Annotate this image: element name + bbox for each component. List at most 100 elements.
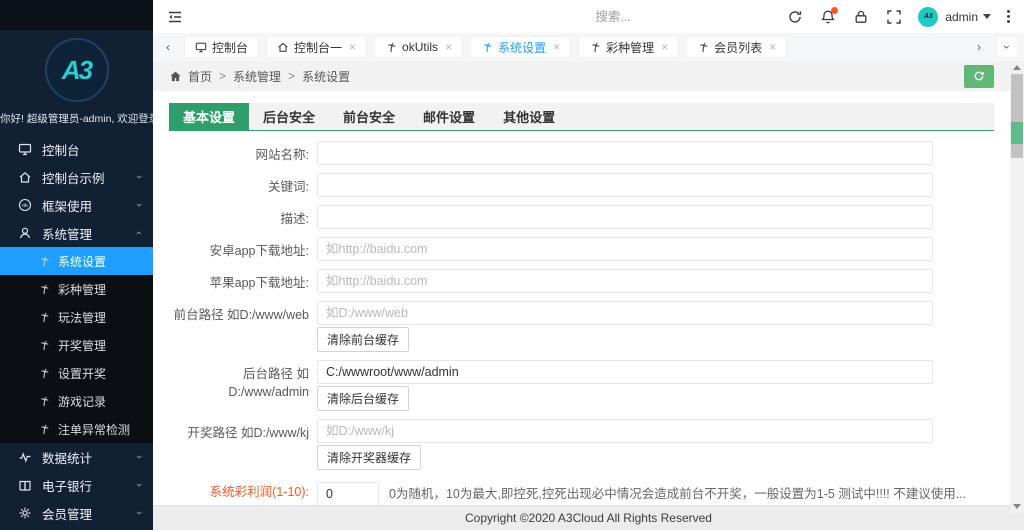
- tabs-scroll-right-icon[interactable]: ›: [970, 40, 988, 54]
- front-path-input[interactable]: [317, 301, 933, 325]
- scroll-up-icon[interactable]: [1013, 65, 1021, 70]
- sidebar-item-label: 控制台: [42, 140, 80, 159]
- tab-other-settings[interactable]: 其他设置: [489, 103, 569, 130]
- close-icon[interactable]: ×: [349, 41, 356, 53]
- sidebar-submenu: 系统设置 彩种管理 玩法管理: [0, 247, 153, 443]
- breadcrumb-system-management[interactable]: 系统管理: [233, 68, 281, 85]
- refresh-icon[interactable]: [787, 9, 803, 25]
- android-app-label: 安卓app下载地址:: [169, 237, 309, 260]
- scrollbar-thumb[interactable]: [1011, 74, 1023, 158]
- sidebar-subitem-draw-management[interactable]: 开奖管理: [0, 331, 153, 359]
- settings-form: 网站名称: 关键词: 描述: 安卓app下载地址: 苹果app下载地址:: [169, 141, 994, 505]
- palm-icon: [38, 311, 50, 323]
- fullscreen-icon[interactable]: [886, 9, 902, 25]
- close-icon[interactable]: ×: [445, 41, 452, 53]
- collapse-sidebar-icon[interactable]: [167, 9, 183, 25]
- sidebar-item-label: 控制台示例: [42, 168, 105, 187]
- settings-tabs: 基本设置 后台安全 前台安全 邮件设置 其他设置: [169, 103, 994, 131]
- sidebar-subitem-lottery-types[interactable]: 彩种管理: [0, 275, 153, 303]
- sidebar-item-label: 系统管理: [42, 224, 92, 243]
- tabs-scroll-left-icon[interactable]: ‹: [159, 40, 177, 54]
- chevron-down-icon: ›: [133, 175, 145, 179]
- sidebar-item-ebank[interactable]: 电子银行 ›: [0, 471, 153, 499]
- keywords-input[interactable]: [317, 173, 933, 197]
- clear-admin-cache-button[interactable]: 清除后台缓存: [317, 386, 409, 411]
- chevron-down-icon: ›: [133, 511, 145, 515]
- android-app-input[interactable]: [317, 237, 933, 261]
- search-input[interactable]: [595, 10, 725, 24]
- system-profit-label: 系统彩利润(1-10):: [169, 478, 309, 501]
- tab-basic-settings[interactable]: 基本设置: [169, 103, 249, 130]
- admin-path-input[interactable]: [317, 360, 933, 384]
- clear-lottery-cache-button[interactable]: 清除开奖器缓存: [317, 445, 421, 470]
- tab-okutils[interactable]: okUtils ×: [374, 36, 463, 58]
- tab-label: 会员列表: [714, 39, 762, 56]
- sidebar-item-framework[interactable]: ok 框架使用 ›: [0, 191, 153, 219]
- sidebar-item-dashboard[interactable]: 控制台: [0, 135, 153, 163]
- window-tabbar: ‹ 控制台 控制台一 × okUtils ×: [153, 33, 1024, 61]
- sidebar-subitem-set-draw[interactable]: 设置开奖: [0, 359, 153, 387]
- sidebar-subitem-label: 开奖管理: [58, 337, 106, 354]
- palm-icon: [697, 41, 709, 53]
- sidebar-subitem-label: 玩法管理: [58, 309, 106, 326]
- book-icon: [18, 478, 32, 492]
- admin-path-label: 后台路径 如D:/www/admin: [169, 360, 309, 401]
- gear-icon: [18, 506, 32, 520]
- sidebar-item-data-statistics[interactable]: 数据统计 ›: [0, 443, 153, 471]
- description-input[interactable]: [317, 205, 933, 229]
- sidebar-subitem-label: 注单异常检测: [58, 421, 130, 438]
- system-profit-input[interactable]: [317, 482, 379, 505]
- clear-front-cache-button[interactable]: 清除前台缓存: [317, 327, 409, 352]
- tabs-dropdown-button[interactable]: ›: [996, 36, 1018, 58]
- sidebar-item-member-management[interactable]: 会员管理 ›: [0, 499, 153, 527]
- vertical-scrollbar[interactable]: [1010, 61, 1024, 513]
- user-menu[interactable]: A3 admin: [918, 7, 991, 27]
- sidebar-subitem-game-records[interactable]: 游戏记录: [0, 387, 153, 415]
- breadcrumb-home[interactable]: 首页: [188, 68, 212, 85]
- scroll-down-icon[interactable]: [1013, 504, 1021, 509]
- tab-system-settings[interactable]: 系统设置 ×: [470, 36, 571, 58]
- tab-mail-settings[interactable]: 邮件设置: [409, 103, 489, 130]
- sidebar-subitem-label: 游戏记录: [58, 393, 106, 410]
- close-icon[interactable]: ×: [553, 41, 560, 53]
- sidebar-subitem-system-settings[interactable]: 系统设置: [0, 247, 153, 275]
- sidebar-subitem-label: 设置开奖: [58, 365, 106, 382]
- top-header: A3 admin: [153, 0, 1024, 33]
- palm-icon: [385, 41, 397, 53]
- tab-backend-security[interactable]: 后台安全: [249, 103, 329, 130]
- chevron-up-icon: ›: [133, 231, 145, 235]
- sidebar-item-system-management[interactable]: 系统管理 ›: [0, 219, 153, 247]
- sidebar-subitem-play-management[interactable]: 玩法管理: [0, 303, 153, 331]
- lock-icon[interactable]: [853, 9, 869, 25]
- breadcrumb-separator: >: [288, 69, 295, 83]
- ios-app-input[interactable]: [317, 269, 933, 293]
- chevron-down-icon: ›: [133, 203, 145, 207]
- palm-icon: [481, 41, 493, 53]
- page-refresh-button[interactable]: [964, 65, 994, 88]
- tab-member-list[interactable]: 会员列表 ×: [686, 36, 787, 58]
- tab-lottery-types[interactable]: 彩种管理 ×: [578, 36, 679, 58]
- tab-dashboard[interactable]: 控制台: [184, 36, 259, 58]
- caret-down-icon: [983, 14, 991, 19]
- scrollbar-thumb-highlight: [1011, 122, 1023, 144]
- tab-frontend-security[interactable]: 前台安全: [329, 103, 409, 130]
- close-icon[interactable]: ×: [769, 41, 776, 53]
- system-profit-hint: 0为随机，10为最大,即控死,控死出现必中情况会造成前台不开奖，一般设置为1-5…: [389, 478, 966, 502]
- sidebar-item-console-demo[interactable]: 控制台示例 ›: [0, 163, 153, 191]
- notification-dot: [831, 7, 838, 14]
- chevron-down-icon: ›: [1000, 45, 1014, 49]
- more-options-icon[interactable]: [1007, 10, 1010, 23]
- sidebar-subitem-bet-anomaly-check[interactable]: 注单异常检测: [0, 415, 153, 443]
- chevron-down-icon: ›: [133, 483, 145, 487]
- sidebar-subitem-label: 彩种管理: [58, 281, 106, 298]
- tab-label: 系统设置: [498, 39, 546, 56]
- tab-console-one[interactable]: 控制台一 ×: [266, 36, 367, 58]
- palm-icon: [38, 255, 50, 267]
- tab-label: okUtils: [402, 40, 438, 54]
- close-icon[interactable]: ×: [661, 41, 668, 53]
- welcome-text: 你好! 超级管理员-admin, 欢迎登录: [0, 111, 153, 126]
- site-name-input[interactable]: [317, 141, 933, 165]
- lottery-path-input[interactable]: [317, 419, 933, 443]
- tab-label: 控制台: [212, 39, 248, 56]
- notification-bell-icon[interactable]: [820, 9, 836, 25]
